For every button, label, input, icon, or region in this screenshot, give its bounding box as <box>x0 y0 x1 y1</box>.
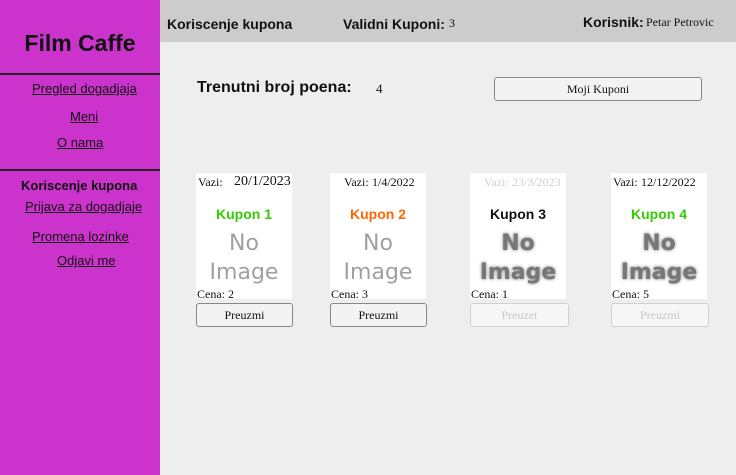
no-image-text: No <box>642 231 676 256</box>
no-image-text: No <box>229 231 259 256</box>
no-image-text: Image <box>343 260 413 285</box>
coupon-valid-label: Vazi: <box>484 175 509 189</box>
page-title: Koriscenje kupona <box>167 16 293 32</box>
coupon-name: Kupon 4 <box>631 206 687 222</box>
valid-coupons-count: 3 <box>449 16 455 30</box>
coupon-price: Cena: 1 <box>471 287 508 301</box>
no-image-text: No <box>501 231 535 256</box>
coupon-card-body: Vazi: 20/1/2023 Kupon 1 No Image Cena: 2 <box>196 173 292 301</box>
user-name: Petar Petrovic <box>646 15 714 29</box>
sidebar-divider <box>0 73 160 75</box>
coupon-card-body: Vazi: 12/12/2022 Kupon 4 No Image Cena: … <box>611 173 707 301</box>
coupon-name: Kupon 3 <box>490 206 546 222</box>
sidebar-divider <box>0 169 160 171</box>
coupon-price: Cena: 2 <box>197 287 234 301</box>
coupon-card-body: Vazi: 23/3/2023 Kupon 3 No Image Cena: 1 <box>470 173 566 301</box>
points-label: Trenutni broj poena: <box>197 79 352 96</box>
no-image-placeholder: No Image <box>470 229 566 287</box>
valid-coupons-label: Validni Kuponi: <box>343 16 445 32</box>
sidebar-link-meni[interactable]: Meni <box>70 109 98 124</box>
sidebar-link-promena-lozinke[interactable]: Promena lozinke <box>32 229 129 244</box>
coupon-valid-label: Vazi: <box>344 175 369 189</box>
top-bar: Koriscenje kupona Validni Kuponi: 3 Kori… <box>160 0 736 42</box>
download-coupon-button[interactable]: Preuzmi <box>196 303 293 327</box>
points-value: 4 <box>376 81 383 96</box>
sidebar-link-o-nama[interactable]: O nama <box>57 135 103 150</box>
download-coupon-button[interactable]: Preuzmi <box>330 303 427 327</box>
no-image-text: Image <box>620 260 698 285</box>
brand-title: Film Caffe <box>24 30 136 56</box>
coupon-price: Cena: 3 <box>331 287 368 301</box>
coupon-date: 20/1/2023 <box>234 174 291 189</box>
sidebar-link-pregled-dogadjaja[interactable]: Pregled dogadjaja <box>32 81 137 96</box>
coupon-date: 23/3/2023 <box>512 175 561 189</box>
coupon-name: Kupon 1 <box>216 206 272 222</box>
no-image-text: Image <box>209 260 279 285</box>
coupon-price: Cena: 5 <box>612 287 649 301</box>
no-image-placeholder: No Image <box>611 229 707 287</box>
sidebar: Film Caffe Pregled dogadjaja Meni O nama… <box>0 0 160 475</box>
coupon-valid-label: Vazi: <box>613 175 638 189</box>
download-coupon-button[interactable]: Preuzmi <box>611 303 709 327</box>
sidebar-link-prijava-za-dogadjaje[interactable]: Prijava za dogadjaje <box>25 199 142 214</box>
no-image-placeholder: No Image <box>330 229 426 287</box>
coupon-valid-label: Vazi: <box>198 175 223 189</box>
coupon-card-body: Vazi: 1/4/2022 Kupon 2 No Image Cena: 3 <box>330 173 426 301</box>
coupon-name: Kupon 2 <box>350 206 406 222</box>
coupon-date: 12/12/2022 <box>641 175 696 189</box>
download-coupon-button[interactable]: Preuzet <box>470 303 569 327</box>
coupon-date: 1/4/2022 <box>372 175 415 189</box>
no-image-placeholder: No Image <box>196 229 292 287</box>
sidebar-current-koriscenje-kupona: Koriscenje kupona <box>21 178 138 193</box>
user-label: Korisnik: <box>583 14 644 30</box>
no-image-text: No <box>363 231 393 256</box>
my-coupons-button[interactable]: Moji Kuponi <box>494 77 702 101</box>
sidebar-link-odjavi-me[interactable]: Odjavi me <box>57 253 116 268</box>
no-image-text: Image <box>479 260 557 285</box>
